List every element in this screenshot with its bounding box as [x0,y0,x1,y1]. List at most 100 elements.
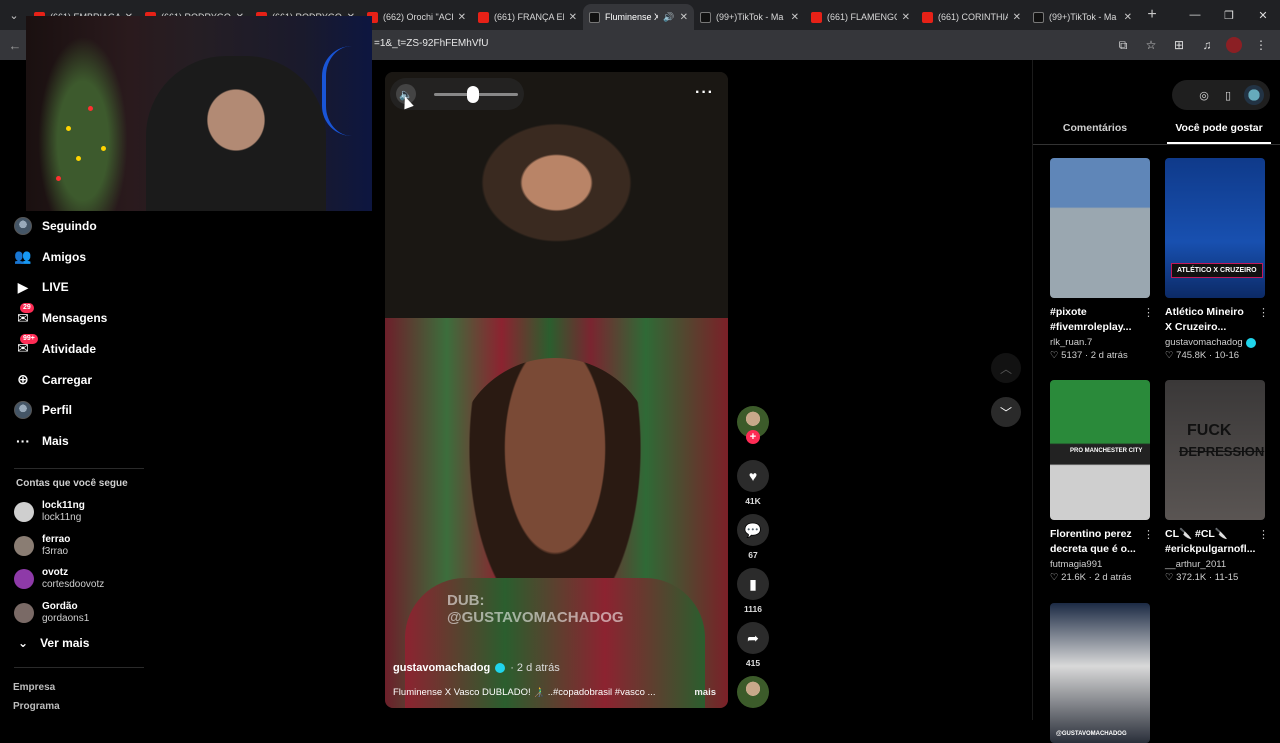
media-controls-icon[interactable]: ♫ [1198,36,1216,54]
author-name[interactable]: gustavomachadog [393,662,490,674]
browser-profile-avatar[interactable] [1226,37,1242,53]
author-name[interactable]: __arthur_2011 [1165,559,1226,570]
follow-plus-icon[interactable]: + [746,430,760,444]
sidebar-item-carregar[interactable]: ⊕ Carregar [14,371,92,389]
comment-icon[interactable]: 💬 [737,514,769,546]
close-window-icon[interactable]: ✕ [1246,0,1280,30]
volume-slider-handle[interactable] [467,85,480,103]
tab-close-icon[interactable]: ✕ [1124,12,1132,23]
video-watermark: DUB: @GUSTAVOMACHADOG [447,592,624,626]
tab-audio-icon[interactable]: 🔊 [663,12,674,23]
video-actions: + ♥ 41K 💬 67 ▮ 1116 ➦ 415 [737,406,771,708]
like-heart-icon[interactable]: ♥ [737,460,769,492]
video-title[interactable]: CL🔪 #CL🔪 #erickpulgarnofl... [1165,527,1255,557]
video-thumbnail[interactable] [1050,158,1150,298]
previous-video-chevron-up-icon[interactable]: ︿ [991,353,1021,383]
video-author[interactable]: __arthur_2011 [1165,559,1265,570]
next-video-chevron-down-icon[interactable]: ﹀ [991,397,1021,427]
sidebar-item-mais[interactable]: ··· Mais [14,432,69,450]
sidebar-item-label: Atividade [42,341,97,356]
followed-account[interactable]: lock11ng lock11ng [14,500,85,524]
card-more-icon[interactable]: ⋮ [1143,306,1154,319]
video-title[interactable]: #pixote #fivemroleplay... [1050,305,1138,335]
bookmark-icon[interactable]: ▮ [737,568,769,600]
recommended-video-card[interactable]: FUCK DEPRESSION CL🔪 #CL🔪 #erickpulgarnofl.… [1165,380,1269,583]
creator-avatar[interactable]: + [737,406,769,444]
video-player[interactable]: DUB: @GUSTAVOMACHADOG 🔈 ··· gustavomacha… [385,72,728,708]
maximize-icon[interactable]: ❐ [1212,0,1246,30]
card-more-icon[interactable]: ⋮ [1258,528,1269,541]
video-thumbnail[interactable]: ATLÉTICO X CRUZEIRO [1165,158,1265,298]
followed-account[interactable]: ovotz cortesdoovotz [14,567,104,591]
author-name[interactable]: futmagia991 [1050,559,1102,570]
volume-slider[interactable] [434,85,518,103]
recommended-video-card[interactable]: ATLÉTICO X CRUZEIRO Atlético Mineiro X Cr… [1165,158,1269,361]
card-more-icon[interactable]: ⋮ [1143,528,1154,541]
video-author[interactable]: gustavomachadog · 2 d atrás [393,662,560,674]
tab-close-icon[interactable]: ✕ [902,12,910,23]
browser-menu-icon[interactable]: ⋮ [1252,36,1270,54]
notification-badge: 99+ [20,333,38,344]
recommended-video-card[interactable]: #pixote #fivemroleplay... ⋮ rlk_ruan.7 ♡… [1050,158,1154,361]
footer-link-program[interactable]: Programa [13,701,60,712]
tab-close-icon[interactable]: ✕ [569,12,577,23]
video-author[interactable]: rlk_ruan.7 [1050,337,1150,348]
tab-comments[interactable]: Comentários [1033,120,1157,144]
footer-link-company[interactable]: Empresa [13,682,55,693]
author-name[interactable]: rlk_ruan.7 [1050,337,1092,348]
sidebar-item-seguindo[interactable]: Seguindo [14,217,97,235]
account-avatar [14,535,34,556]
sidebar-item-mensagens[interactable]: ✉ 29 Mensagens [14,303,107,327]
caption-more-button[interactable]: mais [694,687,716,698]
phone-icon[interactable]: ▯ [1220,87,1236,103]
right-panel: ◎ ▯ Comentários Você pode gostar #pixote … [1032,60,1280,743]
video-thumbnail[interactable]: PRO MANCHESTER CITY [1050,380,1150,520]
video-author[interactable]: gustavomachadog [1165,337,1265,348]
followed-account[interactable]: Gordão gordaons1 [14,601,89,625]
tab-close-icon[interactable]: ✕ [680,12,688,23]
video-thumbnail[interactable]: FUCK DEPRESSION [1165,380,1265,520]
tab-you-may-like[interactable]: Você pode gostar [1157,120,1280,144]
browser-tab[interactable]: (662) Orochi "ACI ✕ [361,4,472,30]
heart-icon: ♡ [1165,572,1177,583]
browser-tab[interactable]: (661) FRANÇA EM ✕ [472,4,583,30]
browser-tab[interactable]: (661) CORINTHIA ✕ [916,4,1027,30]
video-title[interactable]: Atlético Mineiro X Cruzeiro... [1165,305,1253,335]
video-thumbnail[interactable]: @GUSTAVOMACHADOG [1050,603,1150,743]
profile-avatar-icon [14,401,32,420]
user-avatar[interactable] [1244,85,1264,105]
tab-search-dropdown[interactable]: ⌄ [0,0,28,30]
browser-tab[interactable]: (99+)TikTok - Ma ✕ [694,4,805,30]
recommended-video-card[interactable]: PRO MANCHESTER CITY Florentino perez decr… [1050,380,1154,583]
sidebar-item-perfil[interactable]: Perfil [14,401,72,420]
browser-tab[interactable]: (661) FLAMENGO ✕ [805,4,916,30]
followed-account[interactable]: ferrao f3rrao [14,534,70,558]
account-handle: f3rrao [42,545,69,557]
sidebar-item-atividade[interactable]: ✉ 99+ Atividade [14,333,97,358]
new-tab-button[interactable]: + [1138,6,1166,24]
tab-close-icon[interactable]: ✕ [1013,12,1021,23]
tiktok-favicon-icon [1033,11,1044,23]
share-arrow-icon[interactable]: ➦ [737,622,769,654]
url-text[interactable]: =1&_t=ZS-92FhFEMhVfU [374,38,489,49]
recommended-video-card[interactable]: @GUSTAVOMACHADOG [1050,603,1150,743]
extensions-icon[interactable]: ⊞ [1170,36,1188,54]
browser-tab[interactable]: Fluminense X 🔊 ✕ [583,4,694,30]
bookmark-star-icon[interactable]: ☆ [1142,36,1160,54]
minimize-icon[interactable]: — [1178,0,1212,30]
sidebar-item-amigos[interactable]: 👥 Amigos [14,248,86,266]
browser-tab[interactable]: (99+)TikTok - Ma ✕ [1027,4,1138,30]
card-more-icon[interactable]: ⋮ [1258,306,1269,319]
tab-close-icon[interactable]: ✕ [458,12,466,23]
cast-icon[interactable]: ⧉ [1114,36,1132,54]
see-more-button[interactable]: ⌄ Ver mais [18,636,89,650]
author-name[interactable]: gustavomachadog [1165,337,1243,348]
video-title[interactable]: Florentino perez decreta que é o... [1050,527,1138,557]
sound-avatar[interactable] [737,676,769,708]
more-options-icon[interactable]: ··· [695,84,714,102]
verified-icon [495,663,506,673]
video-author[interactable]: futmagia991 [1050,559,1150,570]
sidebar-item-live[interactable]: ▶ LIVE [14,278,69,296]
tab-close-icon[interactable]: ✕ [791,12,799,23]
compass-icon[interactable]: ◎ [1196,87,1212,103]
